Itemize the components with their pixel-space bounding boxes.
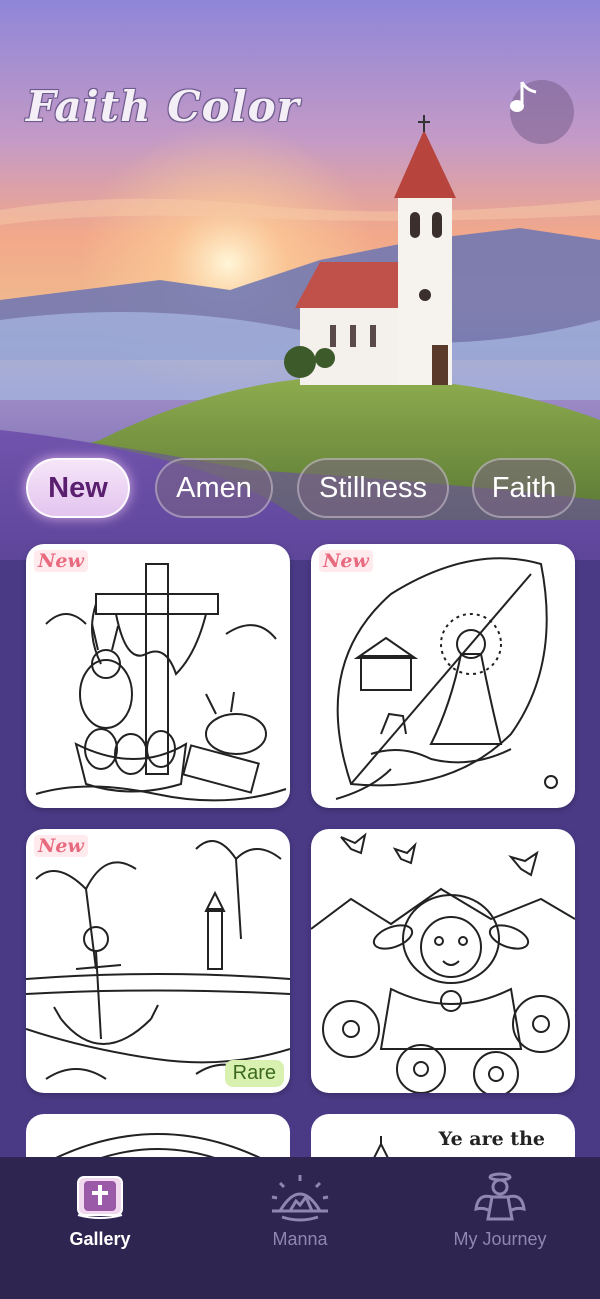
jesus-leaf-artwork — [335, 557, 558, 800]
angel-icon — [474, 1172, 526, 1221]
new-badge: New — [34, 835, 88, 857]
cross-easter-artwork — [35, 563, 287, 802]
coloring-card[interactable]: New — [311, 544, 575, 808]
music-note-icon — [510, 81, 537, 112]
anchor-beach-artwork — [26, 840, 290, 1080]
category-tabs: New Amen Stillness Faith — [0, 458, 600, 518]
sunrise-icon — [271, 1175, 329, 1222]
tab-stillness[interactable]: Stillness — [297, 458, 449, 518]
mandala-artwork — [49, 1133, 267, 1160]
artwork-text: Ye are the — [438, 1128, 545, 1150]
music-button[interactable] — [510, 80, 574, 144]
lamb-daisies-artwork — [311, 832, 575, 1093]
bottom-navigation: Gallery Manna My Journey — [0, 1157, 600, 1299]
new-badge: New — [319, 550, 373, 572]
nav-manna[interactable]: Manna — [200, 1171, 400, 1271]
nav-my-journey[interactable]: My Journey — [400, 1171, 600, 1271]
coloring-card[interactable]: New — [26, 544, 290, 808]
nav-label: Gallery — [69, 1229, 131, 1249]
coloring-card[interactable]: New Rare — [26, 829, 290, 1093]
bible-book-icon — [77, 1176, 123, 1219]
coloring-card[interactable]: Ye are the — [311, 1114, 575, 1160]
rare-badge: Rare — [224, 1060, 284, 1087]
nav-label: Manna — [272, 1229, 328, 1249]
coloring-card[interactable] — [311, 829, 575, 1093]
tab-new[interactable]: New — [26, 458, 130, 518]
gallery-grid: New New New Rare Ye are the — [0, 540, 600, 1160]
tab-faith[interactable]: Faith — [472, 458, 576, 518]
coloring-card[interactable] — [26, 1114, 290, 1160]
tab-amen[interactable]: Amen — [155, 458, 273, 518]
new-badge: New — [34, 550, 88, 572]
nav-label: My Journey — [453, 1229, 547, 1249]
app-title: Faith Color — [26, 82, 300, 131]
nav-gallery[interactable]: Gallery — [0, 1171, 200, 1271]
